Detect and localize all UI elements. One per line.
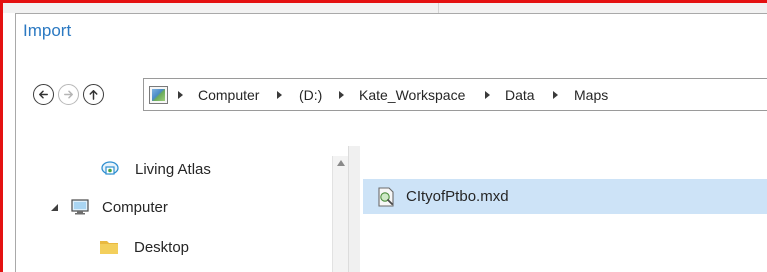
pane-splitter[interactable] <box>348 146 360 272</box>
annotation-frame: Import Computer (D:) Kate_Workspace Data… <box>0 0 767 272</box>
expand-triangle-icon[interactable] <box>50 203 59 212</box>
file-row-selected[interactable]: CItyofPtbo.mxd <box>363 179 767 214</box>
tree-item-label: Computer <box>102 199 168 216</box>
chevron-right-icon[interactable] <box>277 91 282 99</box>
scroll-up-icon[interactable] <box>337 160 345 166</box>
tree-item-computer[interactable]: Computer <box>20 192 330 222</box>
navigation-bar: Computer (D:) Kate_Workspace Data Maps <box>20 73 767 111</box>
tree-item-label: Desktop <box>134 239 190 256</box>
file-name: CItyofPtbo.mxd <box>406 188 509 205</box>
dialog-title: Import <box>23 21 72 40</box>
tree-item-desktop[interactable]: Desktop <box>20 232 330 262</box>
chevron-right-icon[interactable] <box>553 91 558 99</box>
forward-arrow-icon[interactable] <box>58 84 79 105</box>
back-arrow-icon[interactable] <box>33 84 54 105</box>
breadcrumb-maps[interactable]: Maps <box>574 87 608 103</box>
computer-icon <box>71 199 89 215</box>
up-arrow-icon[interactable] <box>83 84 104 105</box>
chevron-right-icon[interactable] <box>339 91 344 99</box>
location-icon <box>149 86 168 104</box>
living-atlas-icon <box>101 161 119 175</box>
address-bar[interactable]: Computer (D:) Kate_Workspace Data Maps <box>143 78 767 111</box>
navigation-tree: Living Atlas Computer Desktop <box>20 156 355 272</box>
background-window-strip <box>3 3 767 13</box>
tree-item-label: Living Atlas <box>135 161 211 178</box>
breadcrumb-kate-workspace[interactable]: Kate_Workspace <box>359 87 465 103</box>
breadcrumb-data[interactable]: Data <box>505 87 535 103</box>
chevron-right-icon[interactable] <box>485 91 490 99</box>
file-list: CItyofPtbo.mxd <box>360 146 767 272</box>
breadcrumb-computer[interactable]: Computer <box>198 87 259 103</box>
folder-icon <box>100 241 118 254</box>
chevron-right-icon[interactable] <box>178 91 183 99</box>
breadcrumb-drive[interactable]: (D:) <box>299 87 322 103</box>
tree-item-living-atlas[interactable]: Living Atlas <box>20 156 330 186</box>
map-document-icon <box>378 187 394 207</box>
tree-scrollbar[interactable] <box>332 156 348 272</box>
